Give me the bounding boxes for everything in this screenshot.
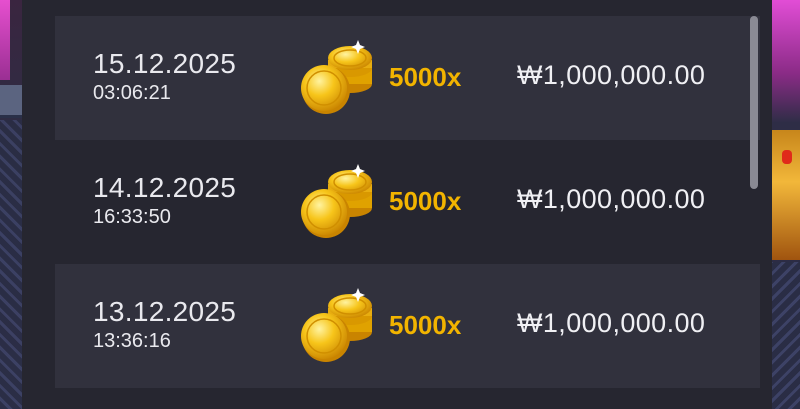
win-time: 13:36:16 — [93, 330, 171, 352]
win-time: 16:33:50 — [93, 206, 171, 228]
win-multiplier: 5000x — [389, 310, 462, 340]
win-amount: ₩1,000,000.00 — [517, 184, 706, 214]
background-pattern-right — [772, 262, 800, 409]
win-date: 15.12.2025 — [93, 48, 237, 79]
background-left — [0, 0, 22, 409]
gold-coins-icon — [301, 40, 372, 114]
win-date: 14.12.2025 — [93, 172, 237, 203]
win-history-row[interactable]: 14.12.2025 16:33:50 5000x ₩1,000,000.00 — [55, 140, 760, 264]
scrollbar-thumb[interactable] — [750, 16, 758, 189]
background-pink-pillar — [0, 0, 10, 80]
win-date: 13.12.2025 — [93, 296, 237, 327]
win-amount: ₩1,000,000.00 — [517, 60, 706, 90]
gold-coins-icon — [301, 288, 372, 362]
win-history-panel[interactable]: 15.12.2025 03:06:21 5000x ₩1,000,000.00 … — [22, 0, 772, 409]
background-right — [769, 0, 800, 409]
win-history-row[interactable]: 13.12.2025 13:36:16 5000x ₩1,000,000.00 — [55, 264, 760, 388]
win-multiplier: 5000x — [389, 62, 462, 92]
win-time: 03:06:21 — [93, 82, 171, 104]
background-gem — [782, 150, 792, 164]
win-amount: ₩1,000,000.00 — [517, 308, 706, 338]
win-multiplier: 5000x — [389, 186, 462, 216]
win-history-list[interactable]: 15.12.2025 03:06:21 5000x ₩1,000,000.00 … — [55, 16, 760, 388]
background-frame — [0, 85, 22, 118]
gold-coins-icon — [301, 164, 372, 238]
background-pattern — [0, 120, 22, 409]
win-history-row[interactable]: 15.12.2025 03:06:21 5000x ₩1,000,000.00 — [55, 16, 760, 140]
